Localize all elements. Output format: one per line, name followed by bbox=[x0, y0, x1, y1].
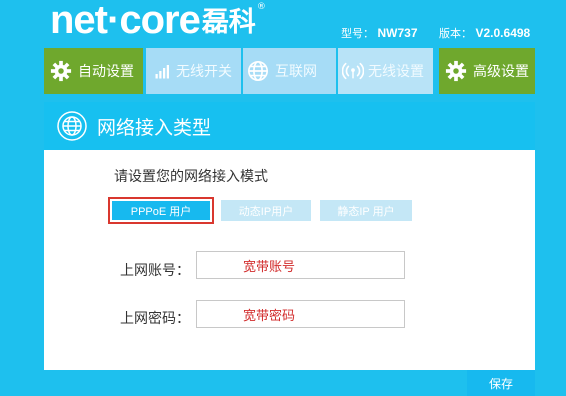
version-info: 版本： V2.0.6498 bbox=[439, 25, 530, 41]
model-info: 型号： NW737 bbox=[341, 25, 418, 41]
nav-auto-setup[interactable]: 自动设置 bbox=[44, 48, 143, 94]
panel-header: 网络接入类型 bbox=[44, 102, 535, 150]
registered-mark: ® bbox=[256, 2, 266, 12]
password-label: 上网密码： bbox=[120, 311, 190, 327]
nav-label: 无线设置 bbox=[368, 64, 424, 80]
version-value: V2.0.6498 bbox=[475, 26, 531, 40]
nav-label: 自动设置 bbox=[78, 64, 134, 80]
pppoe-mode-label: PPPoE 用户 bbox=[112, 201, 210, 220]
nav-advanced-settings[interactable]: 高级设置 bbox=[439, 48, 535, 94]
account-input[interactable]: 宽带账号 bbox=[196, 251, 405, 279]
nav-label: 无线开关 bbox=[176, 64, 232, 80]
model-label: 型号： bbox=[341, 27, 374, 40]
mode-prompt: 请设置您的网络接入模式 bbox=[114, 169, 268, 185]
password-input[interactable]: 宽带密码 bbox=[196, 300, 405, 328]
nav-internet[interactable]: 互联网 bbox=[243, 48, 336, 94]
account-value: 宽带账号 bbox=[243, 260, 296, 275]
logo-text: net·core bbox=[50, 0, 201, 42]
version-label: 版本： bbox=[439, 27, 472, 40]
globe-icon bbox=[248, 61, 268, 81]
signal-bars-icon bbox=[155, 65, 169, 79]
globe-icon bbox=[57, 111, 87, 141]
nav-wireless-switch[interactable]: 无线开关 bbox=[146, 48, 241, 94]
static-ip-mode-button[interactable]: 静态IP 用户 bbox=[320, 200, 412, 221]
panel-title: 网络接入类型 bbox=[97, 116, 212, 139]
content-area: 请设置您的网络接入模式 PPPoE 用户 动态IP用户 静态IP 用户 上网账号… bbox=[44, 150, 535, 370]
header: net·core 磊科 ® 型号： NW737 版本： V2.0.6498 bbox=[0, 0, 566, 44]
account-label: 上网账号： bbox=[120, 263, 190, 279]
wifi-icon bbox=[342, 62, 364, 80]
pppoe-mode-button[interactable]: PPPoE 用户 bbox=[108, 197, 214, 224]
nav-wireless-settings[interactable]: 无线设置 bbox=[338, 48, 433, 94]
save-button[interactable]: 保存 bbox=[467, 370, 535, 396]
nav-label: 高级设置 bbox=[473, 64, 529, 80]
password-value: 宽带密码 bbox=[243, 309, 296, 324]
logo-text-cn: 磊科 bbox=[201, 7, 256, 38]
gear-icon bbox=[445, 60, 467, 82]
gear-icon bbox=[50, 60, 72, 82]
dynamic-ip-mode-button[interactable]: 动态IP用户 bbox=[221, 200, 311, 221]
netcore-logo: net·core 磊科 ® bbox=[50, 0, 266, 40]
model-value: NW737 bbox=[377, 26, 418, 40]
main-nav: 自动设置 无线开关 互联网 无线设置 高级设置 bbox=[44, 48, 535, 96]
nav-label: 互联网 bbox=[275, 64, 317, 80]
